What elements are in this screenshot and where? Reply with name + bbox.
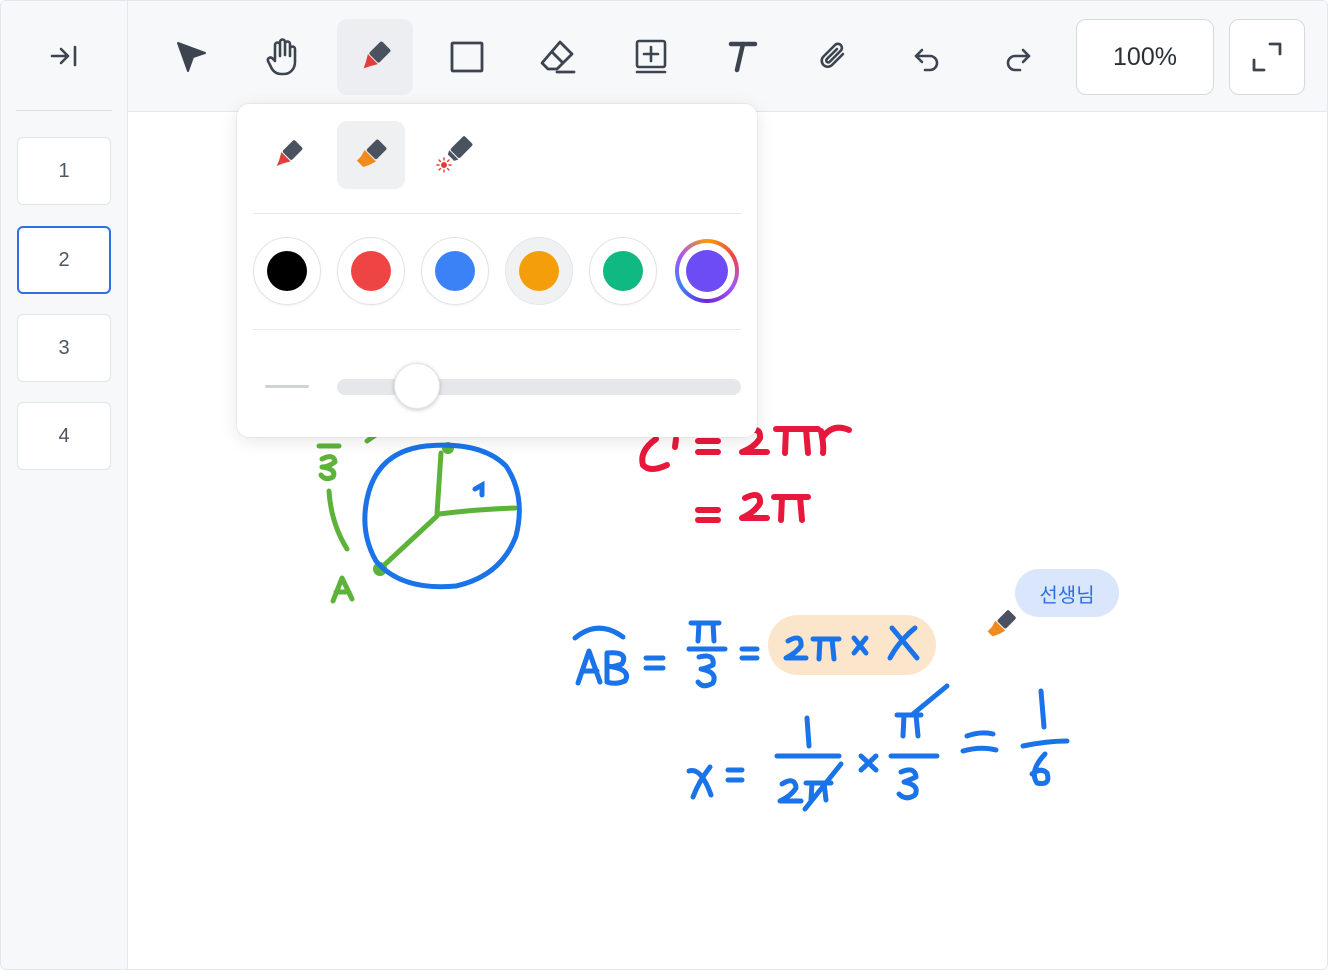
- collaborator-highlighter-cursor: [987, 610, 1016, 637]
- rectangle-tool-button[interactable]: [429, 19, 505, 95]
- color-dot-purple: [686, 250, 728, 292]
- page-sidebar: 1 2 3 4: [1, 1, 128, 969]
- color-dot-black: [267, 251, 307, 291]
- text-tool-button[interactable]: [704, 19, 780, 95]
- undo-button[interactable]: [889, 19, 965, 95]
- pen-type-highlighter-button[interactable]: [337, 121, 405, 189]
- hand-tool-button[interactable]: [244, 19, 320, 95]
- laser-pointer-icon: [436, 136, 473, 173]
- stroke-width-slider-thumb[interactable]: [394, 363, 440, 409]
- select-tool-button[interactable]: [153, 19, 229, 95]
- stroke-width-slider[interactable]: [337, 363, 741, 409]
- attach-tool-button[interactable]: [796, 19, 872, 95]
- color-dot-orange: [519, 251, 559, 291]
- collaborator-name-badge: 선생님: [1015, 569, 1119, 617]
- pen-icon: [363, 41, 391, 69]
- popover-divider-1: [253, 213, 741, 214]
- add-frame-icon: [635, 39, 667, 74]
- blue-equations: [572, 620, 1070, 812]
- highlighter-orange-icon: [356, 139, 387, 168]
- pen-red-icon: [276, 140, 303, 166]
- collapse-sidebar-button[interactable]: [31, 31, 97, 81]
- color-swatch-green[interactable]: [589, 237, 657, 305]
- red-formula: [639, 424, 852, 523]
- eraser-tool-button[interactable]: [520, 19, 596, 95]
- custom-color-inner: [679, 243, 735, 299]
- hand-pan-icon: [266, 38, 297, 76]
- color-dot-blue: [435, 251, 475, 291]
- color-dot-red: [351, 251, 391, 291]
- fullscreen-icon: [1252, 42, 1282, 72]
- color-swatch-red[interactable]: [337, 237, 405, 305]
- whiteboard-app: 1 2 3 4 100% 선생님: [0, 0, 1328, 970]
- page-thumbnail-1[interactable]: 1: [17, 137, 111, 205]
- page-thumbnail-2[interactable]: 2: [17, 226, 111, 294]
- orange-highlight: [768, 615, 936, 675]
- text-icon: [728, 41, 758, 73]
- undo-icon: [914, 48, 939, 72]
- color-dot-green: [603, 251, 643, 291]
- page-thumbnail-4[interactable]: 4: [17, 402, 111, 470]
- rectangle-icon: [450, 41, 484, 73]
- custom-color-ring: [675, 239, 739, 303]
- color-swatch-orange[interactable]: [505, 237, 573, 305]
- popover-divider-2: [253, 329, 741, 330]
- collapse-right-icon: [50, 45, 77, 67]
- attach-paperclip-icon: [820, 42, 845, 68]
- sidebar-divider: [16, 110, 112, 111]
- pen-type-pen-button[interactable]: [253, 121, 321, 189]
- redo-button[interactable]: [980, 19, 1056, 95]
- color-swatch-custom[interactable]: [673, 237, 741, 305]
- stroke-width-thin-icon: [265, 385, 309, 388]
- color-swatch-black[interactable]: [253, 237, 321, 305]
- select-arrow-icon: [177, 42, 206, 72]
- zoom-level-button[interactable]: 100%: [1076, 19, 1214, 95]
- page-thumbnail-3[interactable]: 3: [17, 314, 111, 382]
- color-swatch-blue[interactable]: [421, 237, 489, 305]
- eraser-icon: [540, 40, 576, 74]
- add-frame-tool-button[interactable]: [613, 19, 689, 95]
- fullscreen-button[interactable]: [1229, 19, 1305, 95]
- pen-tool-button[interactable]: [337, 19, 413, 95]
- pen-type-laser-button[interactable]: [421, 121, 489, 189]
- toolbar: 100%: [128, 1, 1327, 112]
- pen-options-popover: [237, 104, 757, 437]
- redo-icon: [1006, 48, 1031, 72]
